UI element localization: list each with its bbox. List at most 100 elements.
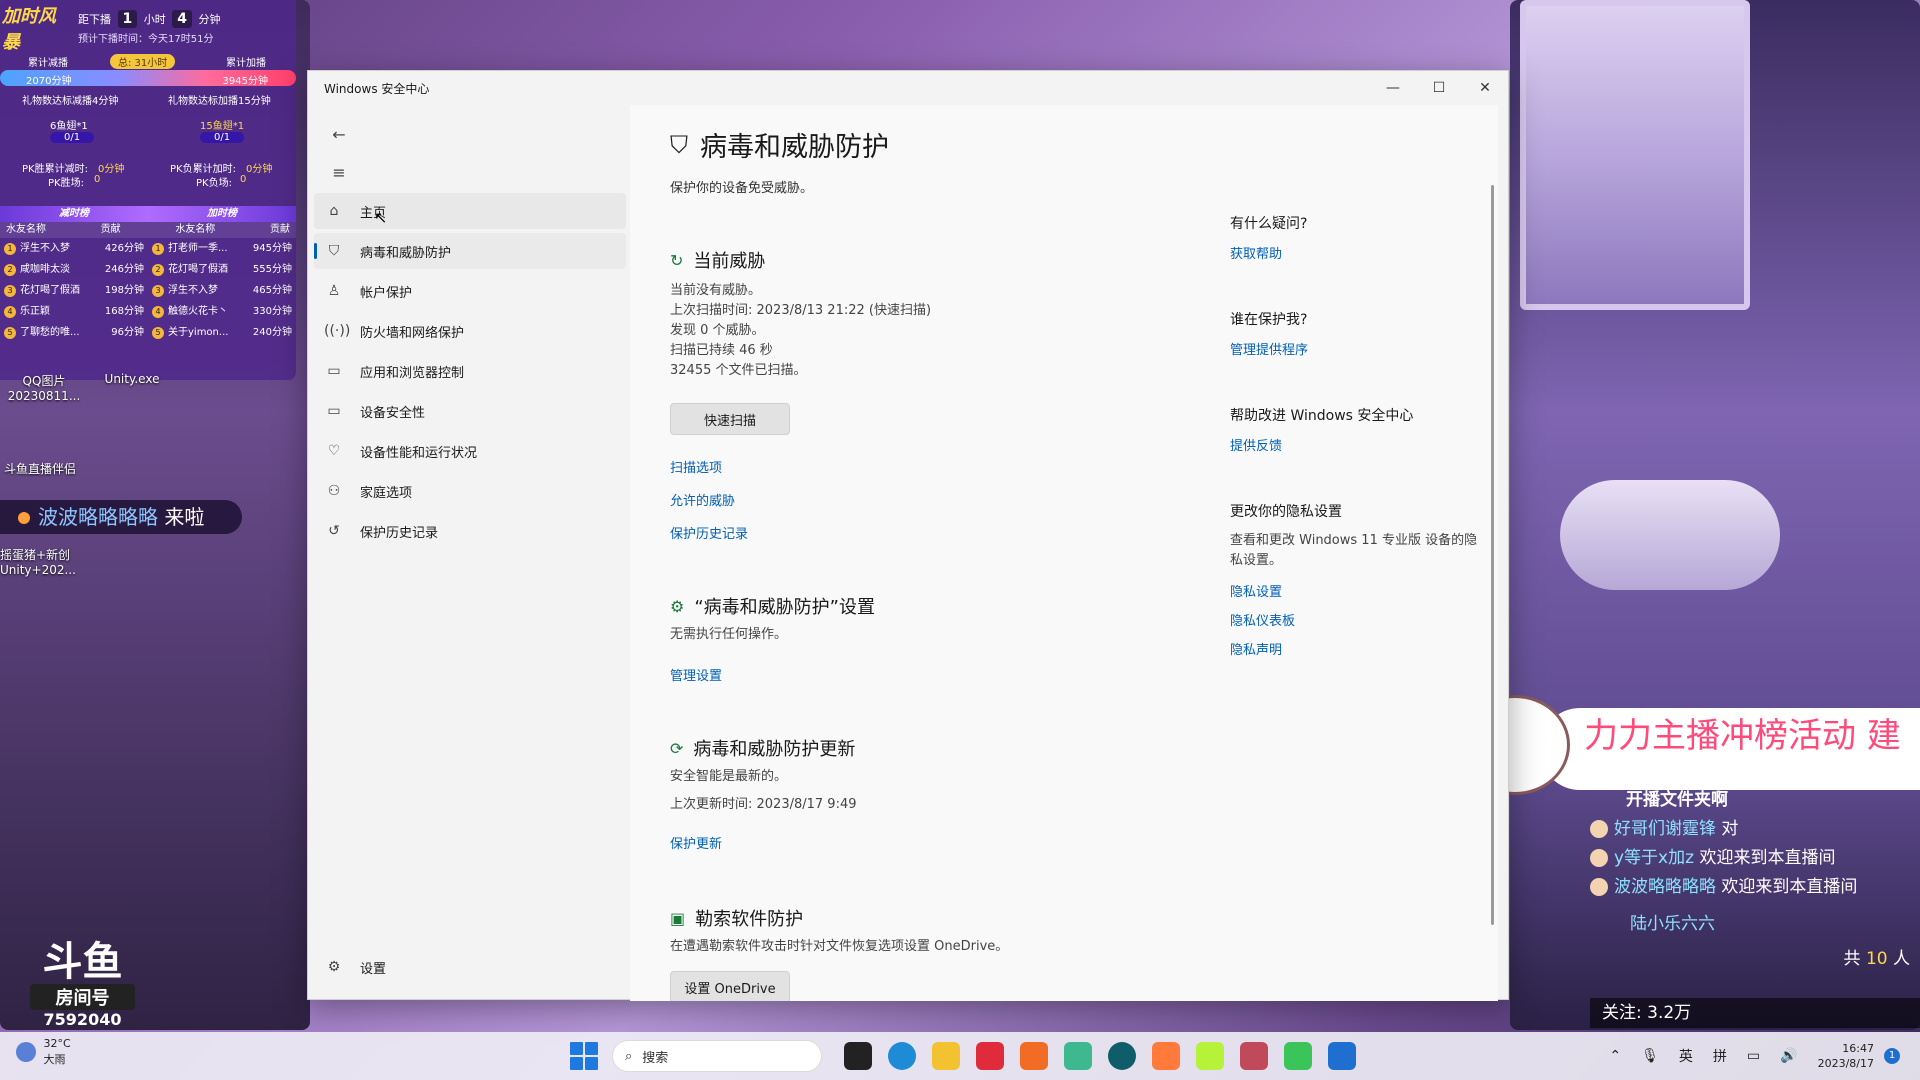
network-icon[interactable]: ▭ [1747,1048,1760,1064]
quick-scan-button[interactable]: 快速扫描 [670,403,790,435]
close-button[interactable]: ✕ [1462,71,1508,105]
privacy-dashboard-link[interactable]: 隐私仪表板 [1230,610,1490,629]
taskbar-apps: ⌕ 搜索 [570,1038,1364,1074]
app-icon-orange[interactable] [1152,1042,1180,1070]
countdown-minutes-unit: 分钟 [198,13,221,26]
microphone-icon[interactable]: 🎙 [1641,1048,1659,1064]
back-arrow-icon[interactable]: ← [324,119,354,149]
pk-win-label: PK胜场: [48,178,84,189]
sidebar-item-account[interactable]: ♙ 帐户保护 [314,273,626,309]
weather-widget[interactable]: 32°C 大雨 [16,1036,71,1068]
sidebar-item-app-browser[interactable]: ▭ 应用和浏览器控制 [314,353,626,389]
right-goal-text: 礼物数达标加播15分钟 [168,96,271,107]
sidebar-item-settings[interactable]: ⚙ 设置 [314,949,626,985]
right-goal: 礼物数达标加播15分钟 15鱼翅*1 0/1 [168,92,308,143]
follow-count: 关注: 3.2万 [1590,998,1920,1028]
pk-add-value: 0分钟 [246,164,273,175]
input-language[interactable]: 英 [1679,1046,1693,1066]
planned-end: 预计下播时间：今天17时51分 [78,34,214,45]
scan-options-link[interactable]: 扫描选项 [670,457,722,476]
left-goal-text: 礼物数达标减播4分钟 [22,96,119,107]
main-content: ⛉ 病毒和威胁防护 保护你的设备免受威胁。 ↻ 当前威胁 当前没有威胁。 上次扫描时… [630,105,1498,1001]
minimize-button[interactable]: — [1370,71,1416,105]
maximize-button[interactable]: ☐ [1416,71,1462,105]
douyu-companion-icon[interactable] [1020,1042,1048,1070]
feedback-question: 帮助改进 Windows 安全中心 [1230,408,1414,424]
feedback-link[interactable]: 提供反馈 [1230,435,1490,454]
col-contrib-left: 贡献 [100,224,121,235]
windows-security-window: Windows 安全中心 — ☐ ✕ ← ≡ ⌂ 主页 ⛉ 病毒和威胁防护 ♙ 帐户保… [307,70,1509,1001]
douyu-tag: 房间号 [30,984,135,1010]
sidebar-item-history[interactable]: ↺ 保护历史记录 [314,513,626,549]
sidebar-item-home[interactable]: ⌂ 主页 [314,193,626,229]
title-bar[interactable]: Windows 安全中心 — ☐ ✕ [308,71,1508,105]
sidebar-item-device-health[interactable]: ♡ 设备性能和运行状况 [314,433,626,469]
chat-message: 波波略略略略 欢迎来到本直播间 [1590,873,1920,902]
protection-updates-link[interactable]: 保护更新 [670,833,722,852]
pk-lose-value: 0 [240,174,247,185]
privacy-settings-link[interactable]: 隐私设置 [1230,581,1490,600]
add-value: 3945分钟 [222,76,268,87]
system-tray: ⌃ 🎙 英 拼 ▭ 🔊 16:47 2023/8/17 1 [1599,1032,1900,1080]
table-row: 1 打老师一季... 945分钟 [148,238,296,259]
clock[interactable]: 16:47 2023/8/17 [1818,1041,1874,1071]
desktop-icon-qq-image[interactable]: QQ图片 20230811... [4,372,84,403]
laptop-icon: ▭ [327,403,341,419]
manage-settings-link[interactable]: 管理设置 [670,665,722,684]
home-icon: ⌂ [329,203,339,219]
person-icon: ♙ [327,283,341,299]
taskbar-search[interactable]: ⌕ 搜索 [612,1040,822,1072]
start-button[interactable] [570,1042,598,1070]
banner-text: 力力主播冲榜活动 建 [1584,716,1901,756]
protection-history-link[interactable]: 保护历史记录 [670,523,748,542]
col-name-left: 水友名称 [6,224,46,235]
shield-icon: ⛉ [328,243,340,259]
get-help-link[interactable]: 获取帮助 [1230,243,1490,262]
manage-providers-link[interactable]: 管理提供程序 [1230,339,1490,358]
history-icon: ↺ [328,523,340,539]
page-subtitle: 保护你的设备免受威胁。 [670,181,814,196]
app-icon-circle[interactable] [1108,1042,1136,1070]
avatar [1590,878,1608,896]
windows-security-taskbar-icon[interactable] [1328,1042,1356,1070]
sidebar-item-device-security[interactable]: ▭ 设备安全性 [314,393,626,429]
setup-onedrive-button[interactable]: 设置 OneDrive [670,971,790,1001]
file-explorer-icon[interactable] [932,1042,960,1070]
wechat-icon[interactable] [1284,1042,1312,1070]
chat-panel: 开播文件夹啊 好哥们谢霆锋 对 y等于x加z 欢迎来到本直播间 波波略略略略 欢… [1590,786,1920,1026]
weather-rain-icon [16,1042,36,1062]
chat-message: 好哥们谢霆锋 对 [1590,815,1920,844]
app-icon-avatar[interactable] [1240,1042,1268,1070]
app-icon-green[interactable] [1064,1042,1092,1070]
family-icon: ⚇ [327,483,341,499]
add-board: 1 打老师一季... 945分钟 2 花灯喝了假酒 555分钟 3 浮生不入梦 465分钟 … [148,238,296,343]
desktop-icon-douyu[interactable]: 斗鱼直播伴侣 [0,460,80,477]
kook-icon[interactable] [1196,1042,1224,1070]
volume-icon[interactable]: 🔊 [1780,1048,1797,1064]
netease-music-icon[interactable] [976,1042,1004,1070]
sidebar-item-firewall[interactable]: ((·)) 防火墙和网络保护 [314,313,626,349]
reduce-add-bar: 2070分钟 3945分钟 [0,70,296,87]
notice-name: 波波略略略略 [38,505,158,529]
gear-icon: ⚙ [327,959,341,975]
hamburger-menu-icon[interactable]: ≡ [324,157,354,187]
notification-badge[interactable]: 1 [1884,1048,1900,1064]
table-row: 5 了聊愁的唯... 96分钟 [0,322,148,343]
protection-updates-title: ⟳ 病毒和威胁防护更新 [670,738,856,761]
douyu-room-badge: 斗鱼 房间号 7592040 [30,940,135,1045]
input-method[interactable]: 拼 [1713,1046,1727,1066]
desktop-icon-project[interactable]: 摇蛋猪+新创 Unity+202... [0,546,80,577]
help-question: 有什么疑问? [1230,216,1308,232]
privacy-statement-link[interactable]: 隐私声明 [1230,639,1490,658]
desktop-icon-unity[interactable]: Unity.exe [92,372,172,386]
chevron-up-icon[interactable]: ⌃ [1609,1048,1621,1064]
sidebar-item-virus-protection[interactable]: ⛉ 病毒和威胁防护 [314,233,626,269]
ransomware-icon: ▣ [670,908,686,928]
scrollbar[interactable] [1491,185,1494,925]
sidebar-item-family[interactable]: ⚇ 家庭选项 [314,473,626,509]
task-view-icon[interactable] [844,1042,872,1070]
douyu-room-number: 7592040 [43,1010,122,1029]
col-name-right: 水友名称 [175,224,216,235]
allowed-threats-link[interactable]: 允许的威胁 [670,490,735,509]
edge-icon[interactable] [888,1042,916,1070]
